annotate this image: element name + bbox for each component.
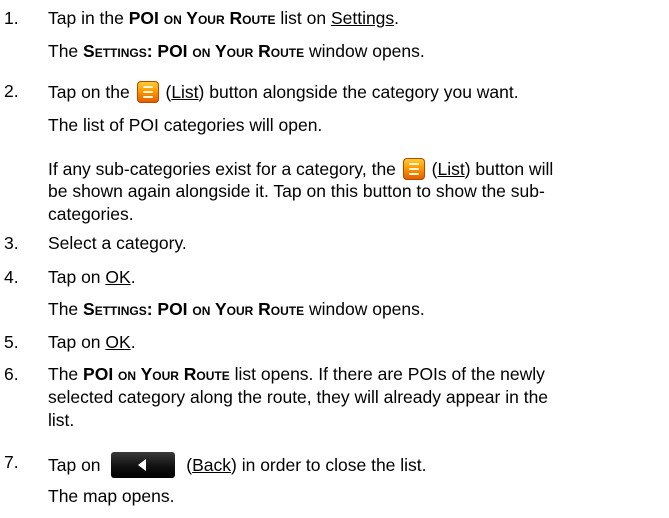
step-3-text: Select a category.: [48, 233, 187, 253]
poi-on-your-route-ref: POI on Your Route: [128, 8, 276, 28]
list-link[interactable]: List: [171, 82, 198, 102]
ok-link[interactable]: OK: [105, 267, 130, 287]
step-2-note-line-2: be shown again alongside it. Tap on this…: [48, 181, 545, 201]
step-number: 7.: [4, 452, 19, 472]
step-number: 2.: [4, 81, 19, 101]
step-2-result: The list of POI categories will open.: [48, 115, 323, 135]
step-number: 4.: [4, 267, 19, 287]
step-number: 6.: [4, 364, 19, 384]
step-6-line-1: The POI on Your Route list opens. If the…: [48, 364, 545, 384]
list-icon[interactable]: [402, 158, 425, 180]
step-5-text: Tap on OK.: [48, 332, 136, 352]
step-6-line-2: selected category along the route, they …: [48, 387, 549, 407]
list-icon[interactable]: [136, 81, 159, 103]
step-4-text: Tap on OK.: [48, 267, 136, 287]
step-7-text: Tap on (Back) in order to close the list…: [48, 452, 427, 478]
settings-link[interactable]: Settings: [331, 8, 394, 28]
step-2-note-line-3: categories.: [48, 204, 134, 224]
step-number: 3.: [4, 233, 19, 253]
step-2-note-line-1: If any sub-categories exist for a catego…: [48, 158, 554, 180]
step-4-result: The Settings: POI on Your Route window o…: [48, 299, 425, 319]
step-1-text: Tap in the POI on Your Route list on Set…: [48, 8, 400, 28]
step-6-line-3: list.: [48, 410, 75, 430]
step-number: 1.: [4, 8, 19, 28]
back-link[interactable]: Back: [192, 455, 231, 475]
step-7-result: The map opens.: [48, 486, 175, 506]
step-1-result: The Settings: POI on Your Route window o…: [48, 41, 425, 61]
ok-link[interactable]: OK: [105, 332, 130, 352]
back-arrow-icon[interactable]: [111, 452, 176, 478]
step-number: 5.: [4, 332, 19, 352]
step-2-text: Tap on the (List) button alongside the c…: [48, 81, 519, 103]
list-link[interactable]: List: [437, 159, 464, 179]
instruction-page: 1. Tap in the POI on Your Route list on …: [0, 0, 669, 518]
